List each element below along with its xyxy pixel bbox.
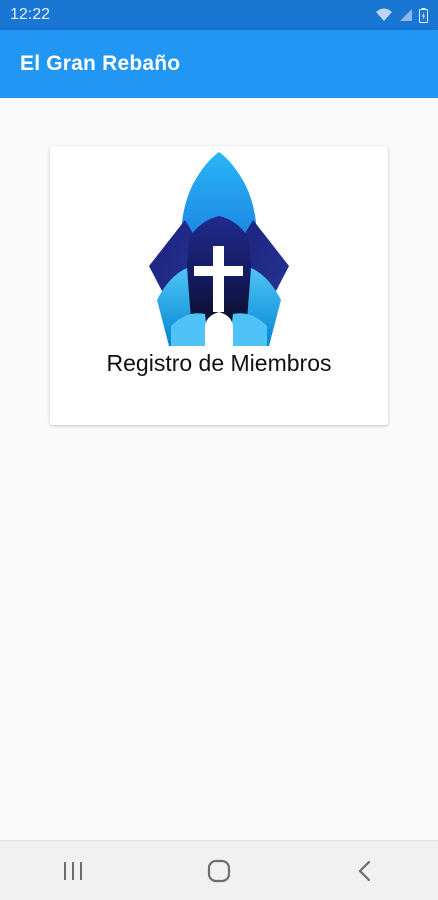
signal-icon — [400, 9, 412, 21]
app-title: El Gran Rebaño — [20, 52, 181, 75]
home-button[interactable] — [189, 846, 249, 896]
system-nav-bar — [0, 840, 438, 900]
back-button[interactable] — [335, 846, 395, 896]
status-bar: 12:22 — [0, 0, 438, 30]
church-cross-logo — [149, 152, 289, 346]
status-icons — [375, 7, 428, 23]
recent-apps-button[interactable] — [43, 846, 103, 896]
registro-miembros-card[interactable]: Registro de Miembros — [50, 146, 388, 425]
card-label: Registro de Miembros — [106, 350, 332, 376]
app-bar: El Gran Rebaño — [0, 30, 438, 98]
battery-icon — [419, 7, 428, 23]
status-time: 12:22 — [10, 6, 51, 23]
wifi-icon — [376, 8, 392, 21]
main-content: Registro de Miembros — [0, 98, 438, 840]
back-icon — [358, 860, 371, 881]
recent-apps-icon — [64, 861, 82, 880]
home-icon — [207, 859, 231, 882]
